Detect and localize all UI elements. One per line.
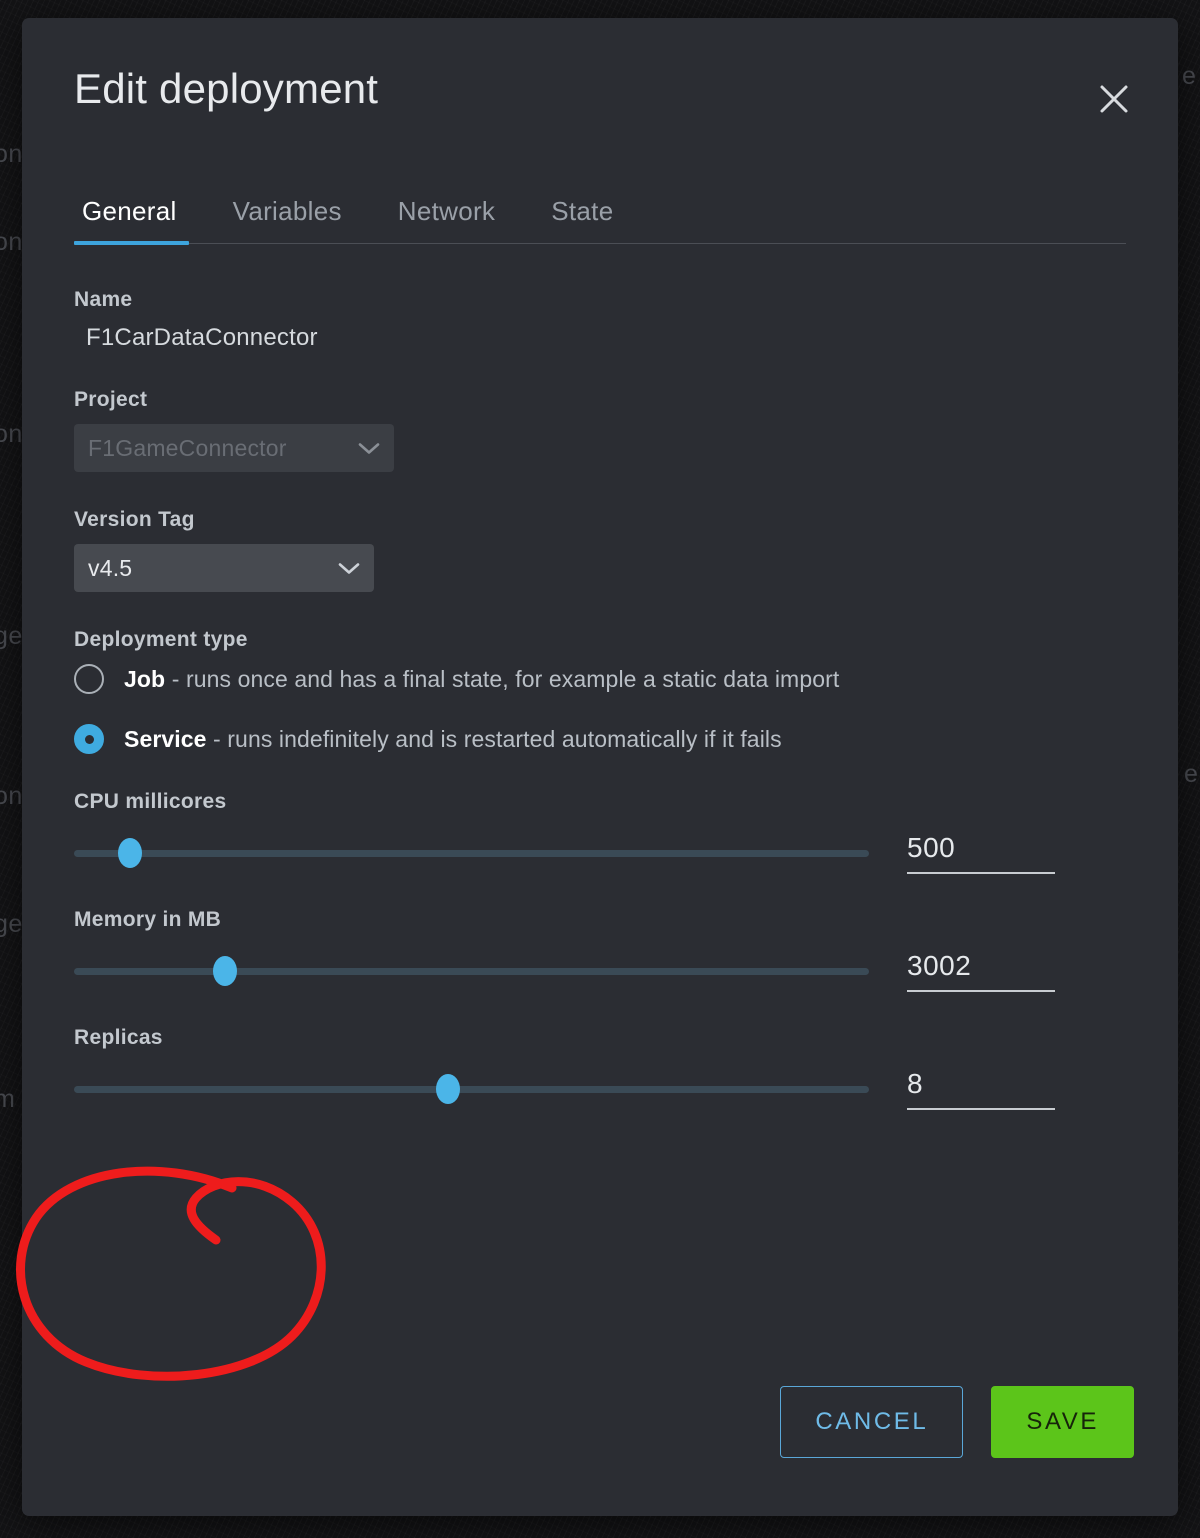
version-tag-select[interactable]: v4.5 bbox=[74, 544, 374, 593]
deployment-type-field-group: Deployment type Job - runs once and has … bbox=[74, 628, 1126, 755]
replicas-slider-row: 8 bbox=[74, 1068, 1126, 1111]
replicas-slider-track bbox=[74, 1085, 869, 1093]
cpu-label: CPU millicores bbox=[74, 790, 227, 814]
cpu-slider-row: 500 bbox=[74, 832, 1126, 875]
radio-name-service: Service bbox=[124, 725, 207, 752]
radio-option-job[interactable]: Job - runs once and has a final state, f… bbox=[74, 664, 1126, 695]
cpu-slider[interactable] bbox=[74, 836, 869, 870]
background-text-fragment: ge bbox=[0, 622, 23, 650]
replicas-slider[interactable] bbox=[74, 1072, 869, 1106]
save-button[interactable]: SAVE bbox=[991, 1386, 1134, 1458]
name-value[interactable]: F1CarDataConnector bbox=[74, 324, 1126, 352]
memory-slider-row: 3002 bbox=[74, 950, 1126, 993]
project-select: F1GameConnector bbox=[74, 424, 394, 473]
tabs: General Variables Network State bbox=[74, 196, 1126, 246]
radio-icon-unselected bbox=[74, 664, 104, 695]
chevron-down-icon bbox=[358, 435, 380, 462]
dialog-footer: CANCEL SAVE bbox=[780, 1386, 1134, 1458]
memory-slider-thumb[interactable] bbox=[213, 956, 238, 987]
background-text-fragment: on bbox=[0, 228, 23, 256]
background-text-fragment: e bbox=[1184, 760, 1199, 788]
replicas-label: Replicas bbox=[74, 1026, 163, 1050]
cpu-slider-track bbox=[74, 849, 869, 857]
background-text-fragment: on bbox=[0, 140, 23, 168]
radio-name-job: Job bbox=[124, 665, 166, 692]
name-field-group: Name F1CarDataConnector bbox=[74, 288, 1126, 352]
tab-general[interactable]: General bbox=[74, 196, 205, 246]
background-text-fragment: on bbox=[0, 782, 23, 810]
tab-bar: General Variables Network State bbox=[22, 196, 1178, 246]
name-label: Name bbox=[74, 288, 133, 312]
memory-value-input[interactable]: 3002 bbox=[907, 950, 1055, 993]
project-field-group: Project F1GameConnector bbox=[74, 388, 1126, 473]
radio-desc-job: - runs once and has a final state, for e… bbox=[165, 665, 840, 692]
background-text-fragment: e bbox=[1182, 62, 1197, 90]
memory-slider-track bbox=[74, 967, 869, 975]
memory-slider[interactable] bbox=[74, 954, 869, 988]
radio-option-service[interactable]: Service - runs indefinitely and is resta… bbox=[74, 724, 1126, 755]
radio-icon-selected bbox=[74, 724, 104, 755]
deployment-type-radio-group: Job - runs once and has a final state, f… bbox=[74, 664, 1126, 755]
version-tag-label: Version Tag bbox=[74, 508, 195, 532]
tab-variables[interactable]: Variables bbox=[205, 196, 370, 243]
cancel-button[interactable]: CANCEL bbox=[780, 1386, 964, 1458]
memory-label: Memory in MB bbox=[74, 908, 222, 932]
replicas-slider-thumb[interactable] bbox=[435, 1074, 460, 1105]
version-tag-field-group: Version Tag v4.5 bbox=[74, 508, 1126, 593]
version-tag-select-value: v4.5 bbox=[88, 554, 133, 581]
replicas-field-group: Replicas 8 bbox=[74, 1026, 1126, 1111]
dialog-header: Edit deployment bbox=[22, 18, 1178, 113]
cpu-field-group: CPU millicores 500 bbox=[74, 790, 1126, 875]
close-icon bbox=[1095, 80, 1133, 118]
replicas-value-input[interactable]: 8 bbox=[907, 1068, 1055, 1111]
radio-label-service: Service - runs indefinitely and is resta… bbox=[124, 726, 782, 753]
background-text-fragment: ge bbox=[0, 910, 23, 938]
project-label: Project bbox=[74, 388, 148, 412]
tab-network[interactable]: Network bbox=[370, 196, 523, 243]
chevron-down-icon bbox=[338, 555, 360, 582]
radio-desc-service: - runs indefinitely and is restarted aut… bbox=[206, 725, 782, 752]
tab-state[interactable]: State bbox=[523, 196, 641, 243]
cpu-slider-thumb[interactable] bbox=[117, 838, 142, 869]
edit-deployment-dialog: Edit deployment General Variables Networ… bbox=[22, 18, 1178, 1516]
background-text-fragment: m bbox=[0, 1085, 16, 1113]
cpu-value-input[interactable]: 500 bbox=[907, 832, 1055, 875]
background-text-fragment: on bbox=[0, 420, 23, 448]
memory-field-group: Memory in MB 3002 bbox=[74, 908, 1126, 993]
page-title: Edit deployment bbox=[74, 65, 379, 112]
close-button[interactable] bbox=[1088, 73, 1140, 125]
radio-label-job: Job - runs once and has a final state, f… bbox=[124, 666, 839, 693]
project-select-value: F1GameConnector bbox=[88, 434, 287, 461]
general-tab-panel: Name F1CarDataConnector Project F1GameCo… bbox=[22, 244, 1178, 1111]
deployment-type-label: Deployment type bbox=[74, 628, 248, 652]
